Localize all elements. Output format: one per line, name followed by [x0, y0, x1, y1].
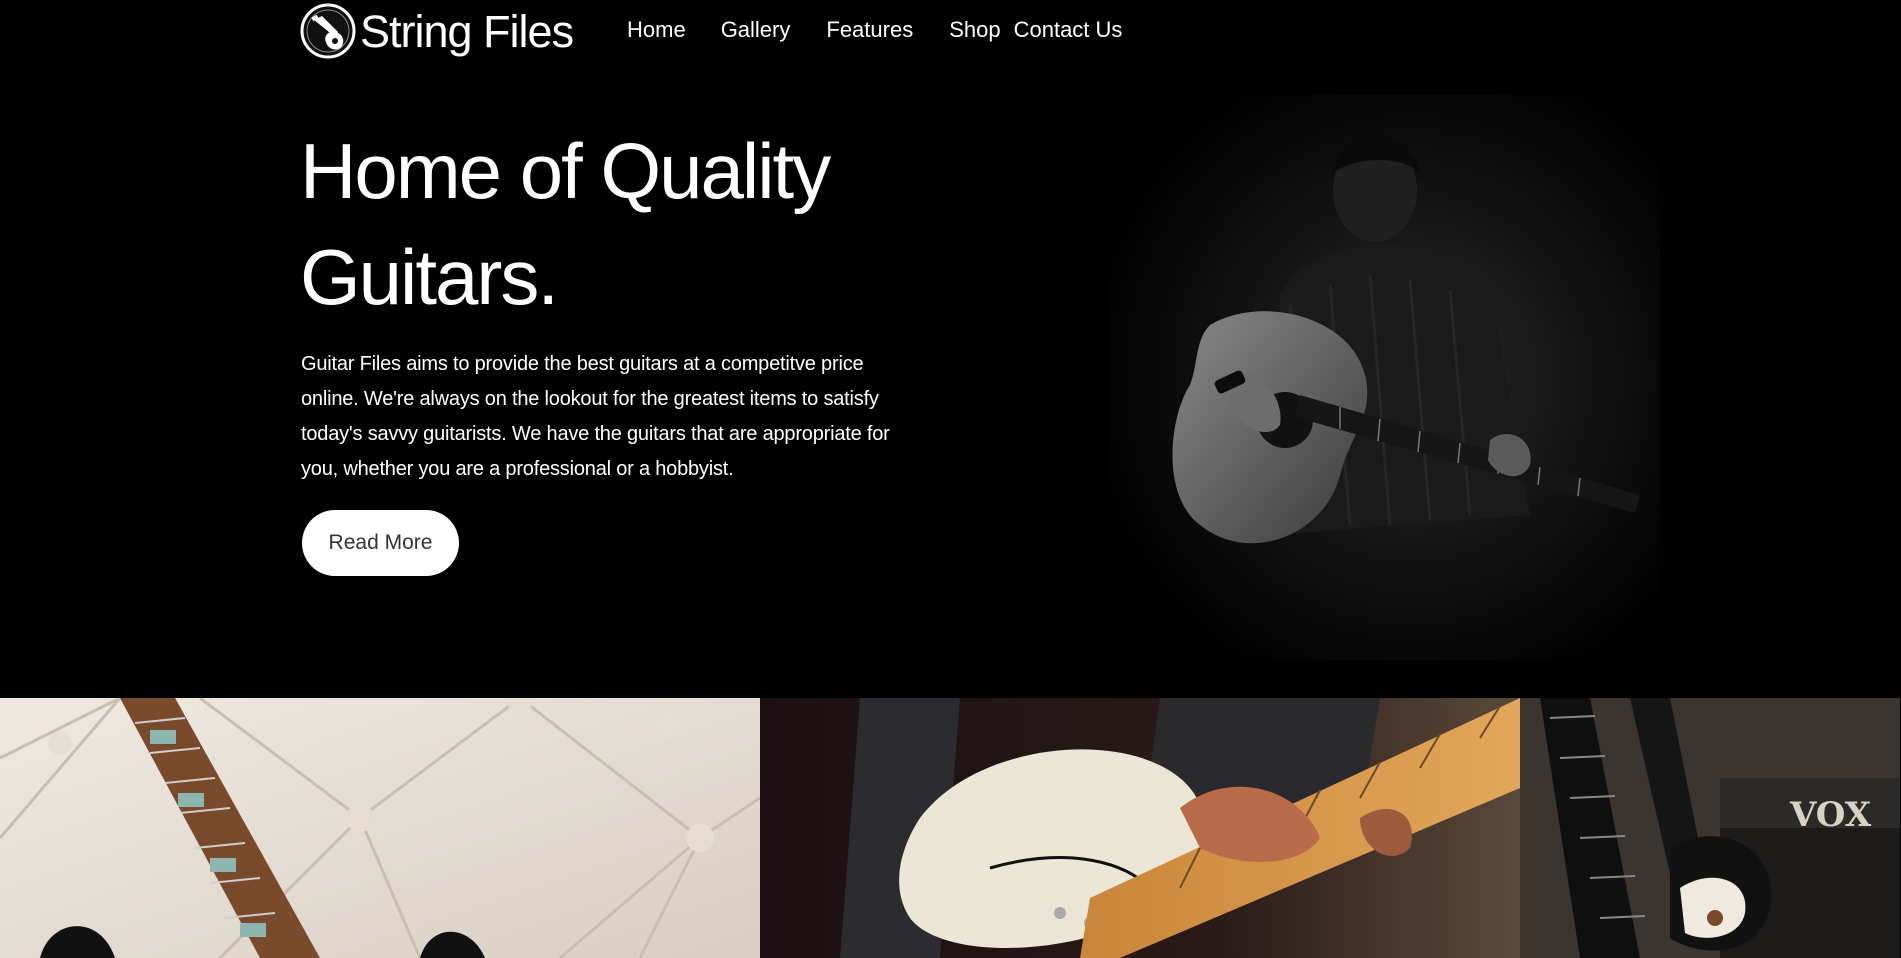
brand-name: String Files [360, 5, 574, 57]
electric-guitar-player-photo [760, 698, 1520, 958]
page: String Files Home Gallery Features Shop … [0, 0, 1901, 958]
guitars-and-amp-photo: VOX [1520, 698, 1900, 958]
guitar-logo-icon [300, 3, 356, 59]
gallery-strip: VOX [0, 698, 1900, 958]
hero-section: String Files Home Gallery Features Shop … [0, 0, 1900, 698]
hero-guitarist-image [1110, 95, 1660, 660]
nav-features[interactable]: Features [826, 12, 913, 48]
read-more-button[interactable]: Read More [302, 510, 459, 576]
hero-description: Guitar Files aims to provide the best gu… [301, 353, 890, 480]
guitar-on-leather-photo [0, 698, 760, 958]
nav-gallery[interactable]: Gallery [721, 12, 791, 48]
gallery-image-guitar-on-leather[interactable] [0, 698, 760, 958]
brand-logo-link[interactable]: String Files [300, 1, 574, 61]
amp-brand-label: VOX [1789, 795, 1872, 835]
gallery-image-electric-guitar-player[interactable] [760, 698, 1520, 958]
gallery-image-guitars-and-amp[interactable]: VOX [1520, 698, 1900, 958]
hero-title: Home of Quality Guitars. [300, 127, 831, 321]
main-nav: Home Gallery Features Shop Contact Us [612, 12, 1122, 48]
nav-contact-us[interactable]: Contact Us [1014, 12, 1123, 48]
nav-home[interactable]: Home [627, 12, 686, 48]
nav-shop[interactable]: Shop [949, 12, 1000, 48]
